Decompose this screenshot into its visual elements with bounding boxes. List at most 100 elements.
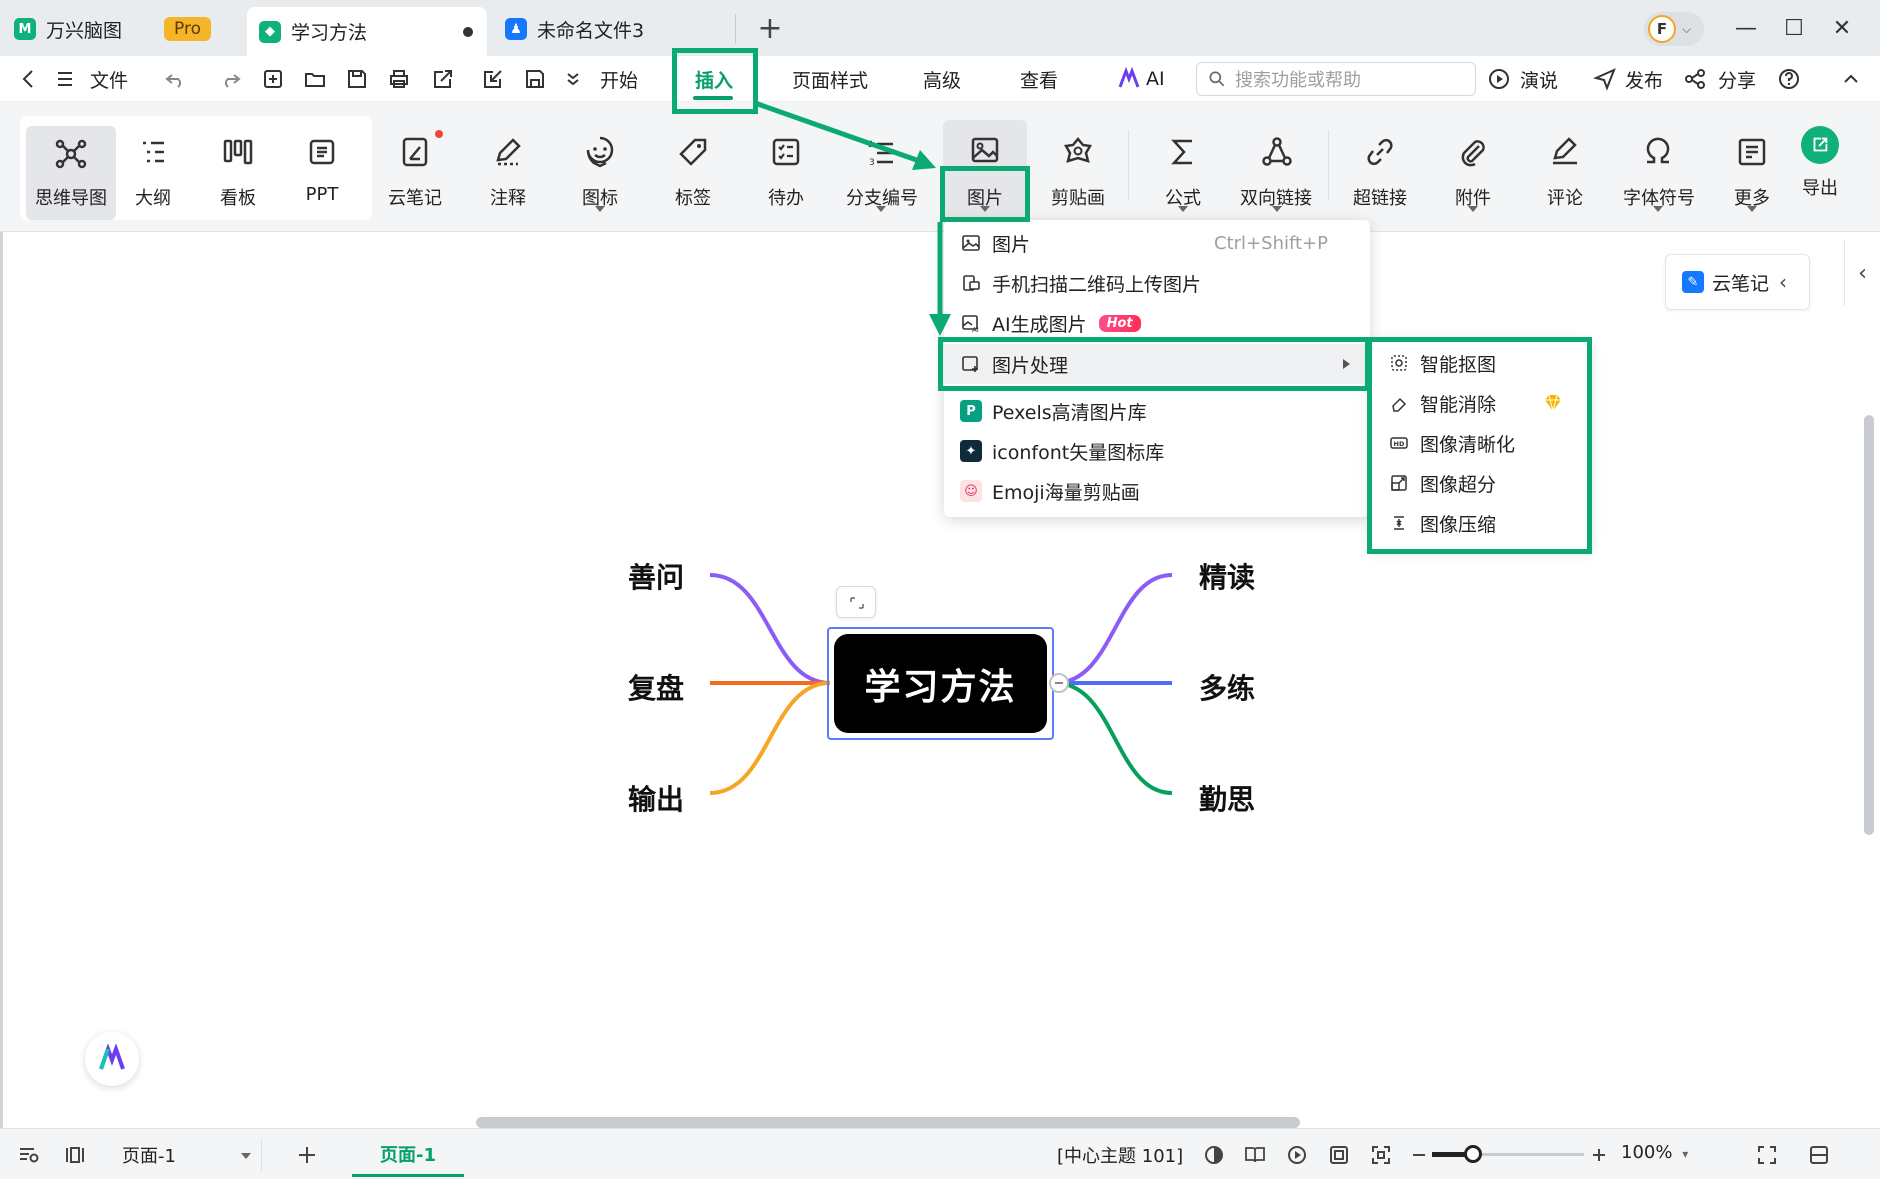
dropdown-arrow-icon[interactable] xyxy=(1178,206,1188,212)
collapse-ribbon-icon[interactable] xyxy=(1836,64,1866,94)
branch-topic-jingdu[interactable]: 精读 xyxy=(1199,556,1255,596)
annotation-button[interactable]: 注释 xyxy=(463,102,553,232)
cloud-note-panel-button[interactable]: ✎ 云笔记 ‹ xyxy=(1665,254,1810,310)
submenu-item-smart-cutout[interactable]: 智能抠图 xyxy=(1370,343,1590,383)
save-icon[interactable] xyxy=(342,64,372,94)
panel-layout-icon[interactable] xyxy=(1804,1140,1834,1170)
hamburger-menu-icon[interactable] xyxy=(50,64,80,94)
dropdown-arrow-icon[interactable] xyxy=(1272,206,1282,212)
branch-topic-shuchu[interactable]: 输出 xyxy=(628,778,684,818)
menu-item-ai-generate[interactable]: AI AI生成图片 Hot xyxy=(944,303,1370,343)
zoom-slider[interactable] xyxy=(1432,1145,1584,1163)
menu-share[interactable]: 分享 xyxy=(1718,56,1756,102)
present-play-icon[interactable] xyxy=(1484,64,1514,94)
todo-button[interactable]: 待办 xyxy=(741,102,831,232)
user-avatar[interactable]: F ⌵ xyxy=(1644,12,1704,46)
submenu-item-smart-erase[interactable]: 智能消除 xyxy=(1370,383,1590,423)
page-tab-active[interactable]: 页面-1 xyxy=(352,1133,464,1177)
export-button[interactable]: 导出 xyxy=(1775,102,1865,232)
dropdown-arrow-icon[interactable] xyxy=(1468,206,1478,212)
branch-topic-shanwen[interactable]: 善问 xyxy=(628,556,684,596)
save-as-icon[interactable] xyxy=(520,64,550,94)
branch-topic-fupan[interactable]: 复盘 xyxy=(628,667,684,707)
clipart-button[interactable]: 剪贴画 xyxy=(1033,102,1123,232)
symbol-button[interactable]: 字体符号 xyxy=(1613,102,1705,232)
open-folder-icon[interactable] xyxy=(300,64,330,94)
collapse-branch-icon[interactable] xyxy=(1049,673,1069,693)
zoom-in-icon[interactable] xyxy=(1584,1140,1614,1170)
page-select-dropdown[interactable]: 页面-1 xyxy=(110,1138,262,1172)
submenu-item-enhance[interactable]: HD 图像清晰化 xyxy=(1370,423,1590,463)
import-icon[interactable] xyxy=(478,64,508,94)
menu-start[interactable]: 开始 xyxy=(600,56,638,102)
dropdown-arrow-icon[interactable] xyxy=(876,206,886,212)
ai-assistant-float-button[interactable] xyxy=(85,1032,139,1086)
menu-page-style[interactable]: 页面样式 xyxy=(792,56,868,102)
menu-ai[interactable]: AI xyxy=(1146,56,1165,102)
slideshow-play-icon[interactable] xyxy=(1282,1140,1312,1170)
branch-topic-duolian[interactable]: 多练 xyxy=(1199,667,1255,707)
publish-send-icon[interactable] xyxy=(1590,64,1620,94)
icon-button[interactable]: 图标 xyxy=(555,102,645,232)
zoom-out-icon[interactable] xyxy=(1404,1140,1434,1170)
tab-document-active[interactable]: ◆ 学习方法 xyxy=(247,7,487,56)
zoom-level-select[interactable]: 100% ▾ xyxy=(1621,1142,1688,1163)
bidirectional-link-button[interactable]: 双向链接 xyxy=(1232,102,1320,232)
menu-file[interactable]: 文件 xyxy=(90,56,128,102)
menu-item-image-processing[interactable]: 图片处理 xyxy=(944,344,1370,384)
dropdown-arrow-icon[interactable] xyxy=(1747,206,1757,212)
cloud-note-button[interactable]: 云笔记 xyxy=(370,102,460,232)
view-kanban-button[interactable]: 看板 xyxy=(193,102,283,232)
horizontal-scrollbar[interactable] xyxy=(476,1117,1300,1128)
submenu-item-compress[interactable]: 图像压缩 xyxy=(1370,503,1590,543)
fit-screen-icon[interactable] xyxy=(1366,1140,1396,1170)
menu-present[interactable]: 演说 xyxy=(1520,56,1558,102)
menu-item-qr-upload[interactable]: 手机扫描二维码上传图片 xyxy=(944,263,1370,303)
branch-numbering-button[interactable]: 3 分支编号 xyxy=(836,102,928,232)
image-button[interactable]: 图片 xyxy=(943,120,1027,226)
menu-item-emoji[interactable]: ☺ Emoji海量剪贴画 xyxy=(944,471,1370,511)
theme-contrast-icon[interactable] xyxy=(1199,1140,1229,1170)
tab-app-home[interactable]: M 万兴脑图 Pro xyxy=(14,6,236,52)
more-quick-actions-icon[interactable] xyxy=(558,64,588,94)
close-icon[interactable]: ✕ xyxy=(1822,10,1862,46)
attachment-button[interactable]: 附件 xyxy=(1428,102,1518,232)
fullscreen-icon[interactable] xyxy=(1752,1140,1782,1170)
menu-advanced[interactable]: 高级 xyxy=(923,56,961,102)
hyperlink-button[interactable]: 超链接 xyxy=(1335,102,1425,232)
view-ppt-button[interactable]: PPT xyxy=(277,102,367,232)
view-outline-button[interactable]: 大纲 xyxy=(108,102,198,232)
minimize-icon[interactable]: — xyxy=(1726,10,1766,46)
vertical-scrollbar[interactable] xyxy=(1864,415,1874,835)
add-page-plus-icon[interactable] xyxy=(292,1140,322,1170)
branch-topic-qinsi[interactable]: 勤思 xyxy=(1199,778,1255,818)
node-resize-handle-icon[interactable] xyxy=(836,586,876,618)
fit-page-icon[interactable] xyxy=(1324,1140,1354,1170)
new-file-icon[interactable] xyxy=(258,64,288,94)
unsaved-dot-icon[interactable] xyxy=(463,27,473,37)
menu-view[interactable]: 查看 xyxy=(1020,56,1058,102)
menu-item-insert-image[interactable]: 图片 Ctrl+Shift+P xyxy=(944,223,1370,263)
maximize-icon[interactable]: ☐ xyxy=(1774,10,1814,46)
share-icon[interactable] xyxy=(1680,64,1710,94)
outline-locate-icon[interactable] xyxy=(14,1140,44,1170)
back-icon[interactable] xyxy=(14,64,44,94)
dropdown-arrow-icon[interactable] xyxy=(980,206,990,212)
book-view-icon[interactable] xyxy=(1240,1140,1270,1170)
submenu-item-super-resolution[interactable]: 图像超分 xyxy=(1370,463,1590,503)
right-panel-toggle-icon[interactable]: ‹ xyxy=(1844,240,1880,306)
zoom-slider-knob[interactable] xyxy=(1464,1145,1482,1163)
menu-item-iconfont[interactable]: ✦ iconfont矢量图标库 xyxy=(944,431,1370,471)
tag-button[interactable]: 标签 xyxy=(648,102,738,232)
search-input[interactable]: 搜索功能或帮助 xyxy=(1196,62,1476,96)
help-icon[interactable] xyxy=(1774,64,1804,94)
dropdown-arrow-icon[interactable] xyxy=(1653,206,1663,212)
dropdown-arrow-icon[interactable] xyxy=(595,206,605,212)
export-share-icon[interactable] xyxy=(428,64,458,94)
tab-document[interactable]: ♟ 未命名文件3 xyxy=(495,6,735,52)
formula-button[interactable]: 公式 xyxy=(1138,102,1228,232)
view-mindmap-button[interactable]: 思维导图 xyxy=(26,126,116,220)
comment-button[interactable]: 评论 xyxy=(1520,102,1610,232)
undo-icon[interactable] xyxy=(160,64,190,94)
menu-item-pexels[interactable]: P Pexels高清图片库 xyxy=(944,391,1370,431)
